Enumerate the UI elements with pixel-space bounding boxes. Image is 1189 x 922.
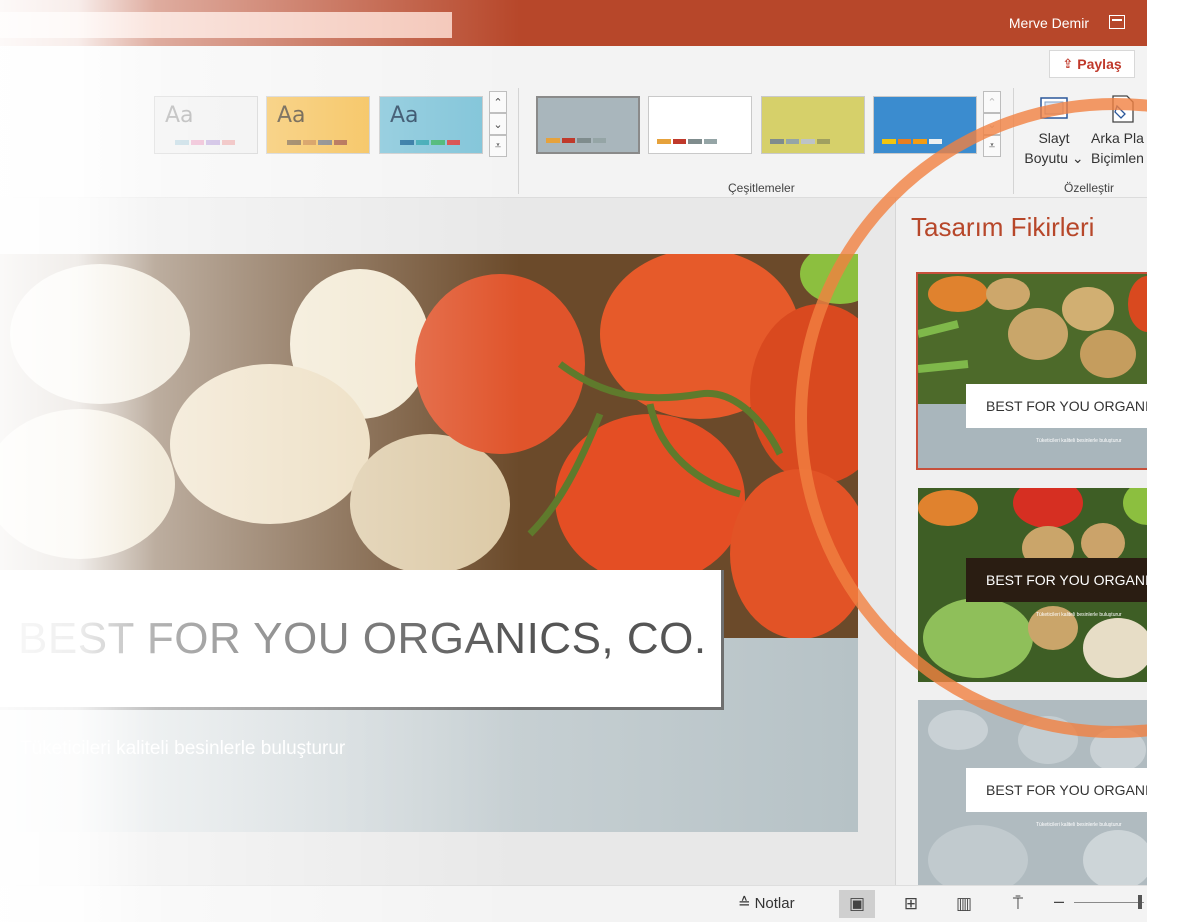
variant-color-bar (770, 139, 830, 144)
design-ideas-title: Tasarım Fikirleri (911, 212, 1095, 242)
share-icon: ⇪ (1062, 56, 1074, 71)
design-ideas-pane: Tasarım Fikirleri BEST FOR YOU ORGANIC T… (895, 198, 1147, 894)
format-background-line1: Arka Pla (1091, 130, 1144, 146)
search-box[interactable] (0, 12, 452, 38)
zoom-slider-thumb[interactable] (1138, 895, 1142, 909)
ribbon-divider (1013, 88, 1014, 194)
theme-color-bar (175, 140, 235, 145)
variant-thumbnail-4[interactable] (873, 96, 977, 154)
variant-color-bar (882, 139, 942, 144)
ribbon-divider (518, 88, 519, 194)
format-background-line2: Biçimlen (1091, 150, 1144, 166)
idea-title: BEST FOR YOU ORGANIC (986, 398, 1147, 414)
theme-thumbnail-3[interactable]: Aa (379, 96, 483, 154)
idea-tagline: Tüketicileri kaliteli besinlerle buluştu… (1036, 438, 1122, 444)
design-idea-3[interactable]: BEST FOR YOU ORGANIC Tüketicileri kalite… (918, 700, 1147, 894)
normal-view-button[interactable]: ▣ (839, 890, 875, 918)
variant-thumbnail-2[interactable] (648, 96, 752, 154)
slide-canvas[interactable]: BEST FOR YOU ORGANICS, CO. Tüketicileri … (0, 254, 858, 832)
notes-icon: ≙ (738, 895, 751, 912)
format-background-icon (1112, 95, 1134, 123)
variants-more-button[interactable]: ⩡ (983, 135, 1001, 157)
idea-title-box: BEST FOR YOU ORGANIC (966, 384, 1147, 428)
normal-view-icon: ▣ (848, 894, 866, 913)
slide-editing-area: BEST FOR YOU ORGANICS, CO. Tüketicileri … (0, 198, 895, 885)
slide-subtitle[interactable]: Tüketicileri kaliteli besinlerle buluştu… (20, 738, 345, 760)
theme-thumbnail-2[interactable]: Aa (266, 96, 370, 154)
variants-scroll-up-button[interactable]: ⌃ (983, 91, 1001, 113)
title-bar: Merve Demir (0, 0, 1147, 46)
format-background-button[interactable]: Arka Pla Biçimlen (1091, 92, 1147, 168)
slide-size-icon (1040, 97, 1068, 119)
slide-sorter-icon: ⊞ (903, 894, 919, 913)
slide-size-button[interactable]: Slayt Boyutu ⌄ (1023, 92, 1085, 168)
themes-more-button[interactable]: ⩡ (489, 135, 507, 157)
notes-button[interactable]: ≙ Notlar (738, 894, 795, 913)
theme-color-bar (287, 140, 347, 145)
user-name[interactable]: Merve Demir (1009, 15, 1089, 31)
variants-group-label: Çeşitlemeler (728, 181, 795, 195)
slide-title[interactable]: BEST FOR YOU ORGANICS, CO. (18, 614, 707, 664)
theme-thumbnail-1[interactable]: Aa (154, 96, 258, 154)
theme-color-bar (400, 140, 460, 145)
idea-tagline: Tüketicileri kaliteli besinlerle buluştu… (1036, 822, 1122, 828)
variant-color-bar (546, 138, 606, 143)
slide-size-line1: Slayt (1038, 130, 1070, 146)
reading-view-button[interactable]: ▥ (946, 890, 982, 918)
variants-scroll-down-button[interactable]: ⌄ (983, 113, 1001, 135)
reading-view-icon: ▥ (955, 894, 973, 913)
design-idea-2[interactable]: BEST FOR YOU ORGANIC Tüketicileri kalite… (918, 488, 1147, 682)
themes-scroll-down-button[interactable]: ⌄ (489, 113, 507, 135)
idea-title-box: BEST FOR YOU ORGANIC (966, 558, 1147, 602)
status-bar: ≙ Notlar ▣ ⊞ ▥ ⍑ – (0, 885, 1147, 922)
idea-title: BEST FOR YOU ORGANIC (986, 782, 1147, 798)
theme-sample-text: Aa (165, 103, 194, 128)
ribbon-display-options-icon[interactable] (1109, 15, 1125, 29)
design-idea-1[interactable]: BEST FOR YOU ORGANIC Tüketicileri kalite… (916, 272, 1147, 470)
ribbon: ⇪ Paylaş Aa Aa Aa ⌃ ⌄ ⩡ ⌃ ⌄ ⩡ Çeşitlemel… (0, 46, 1147, 198)
slide-show-icon: ⍑ (1012, 894, 1024, 913)
powerpoint-window: Merve Demir ⇪ Paylaş Aa Aa Aa ⌃ ⌄ ⩡ ⌃ ⌄ … (0, 0, 1147, 922)
idea-tagline: Tüketicileri kaliteli besinlerle buluştu… (1036, 612, 1122, 618)
slide-sorter-view-button[interactable]: ⊞ (893, 890, 929, 918)
idea-title: BEST FOR YOU ORGANIC (986, 572, 1147, 588)
variant-thumbnail-1[interactable] (536, 96, 640, 154)
zoom-out-button[interactable]: – (1054, 891, 1064, 912)
variant-color-bar (657, 139, 717, 144)
variant-thumbnail-3[interactable] (761, 96, 865, 154)
slide-size-line2: Boyutu ⌄ (1024, 150, 1084, 166)
idea-title-box: BEST FOR YOU ORGANIC (966, 768, 1147, 812)
theme-sample-text: Aa (390, 103, 419, 128)
notes-label: Notlar (754, 894, 795, 912)
slide-title-placeholder[interactable]: BEST FOR YOU ORGANICS, CO. (0, 570, 724, 710)
slide-show-button[interactable]: ⍑ (1000, 890, 1036, 918)
themes-scroll-up-button[interactable]: ⌃ (489, 91, 507, 113)
share-label: Paylaş (1077, 56, 1122, 72)
zoom-slider[interactable] (1074, 902, 1144, 903)
customize-group-label: Özelleştir (1064, 181, 1115, 195)
theme-sample-text: Aa (277, 103, 306, 128)
share-button[interactable]: ⇪ Paylaş (1049, 50, 1135, 78)
